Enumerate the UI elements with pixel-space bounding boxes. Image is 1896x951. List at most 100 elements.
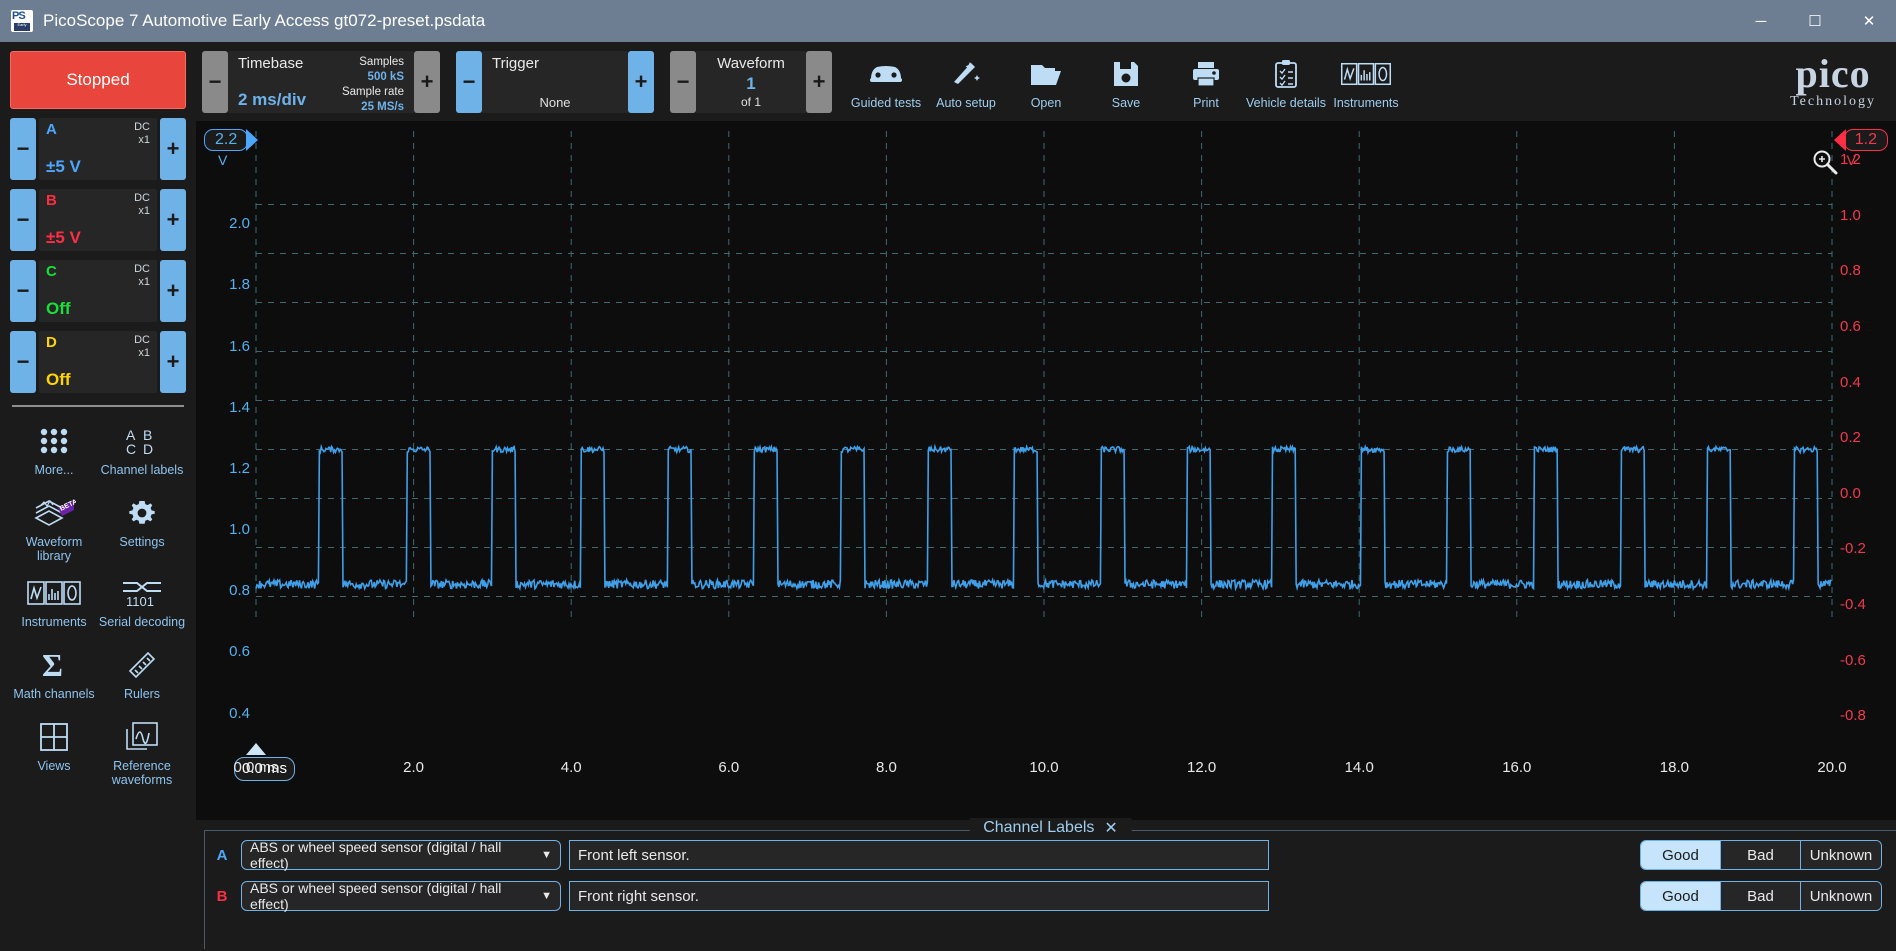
channel-a-box[interactable]: A DCx1 ±5 V (39, 118, 157, 180)
channel-d-coupling: DCx1 (134, 334, 150, 360)
y-axis-right-tick: 1.2 (1840, 151, 1861, 168)
sidebar-item-channel-labels-label: Channel labels (101, 463, 184, 477)
sidebar-item-reference-waveforms-label: Reference waveforms (98, 759, 186, 787)
channel-a-quality-unknown[interactable]: Unknown (1801, 841, 1881, 869)
channel-a-plus-button[interactable]: + (160, 118, 186, 180)
timebase-control[interactable]: − Timebase 2 ms/div Samples 500 kS Sampl… (202, 51, 440, 113)
channel-d-minus-button[interactable]: − (10, 331, 36, 393)
channel-row-d[interactable]: − D DCx1 Off + (10, 331, 186, 393)
channel-b-quality-good[interactable]: Good (1641, 882, 1721, 910)
sidebar-item-serial-decoding[interactable]: 1101 Serial decoding (98, 569, 186, 635)
y-axis-right-tick: 0.4 (1840, 374, 1861, 391)
samples-value: 500 kS (342, 70, 404, 85)
channel-a-minus-button[interactable]: − (10, 118, 36, 180)
x-axis-tick: 4.0 (561, 759, 582, 776)
open-button[interactable]: Open (1006, 54, 1086, 110)
channel-b-quality-segmented[interactable]: Good Bad Unknown (1640, 881, 1882, 911)
sidebar-item-instruments[interactable]: Instruments (10, 569, 98, 635)
maximize-button[interactable]: ☐ (1788, 0, 1842, 42)
channel-a-range-marker-value: 2.2 (215, 131, 237, 148)
waveform-plus-button[interactable]: + (806, 51, 832, 113)
channel-a-quality-segmented[interactable]: Good Bad Unknown (1640, 840, 1882, 870)
left-sidebar: Stopped − A DCx1 ±5 V + − B DCx1 ±5 V + (0, 42, 196, 951)
sidebar-item-settings[interactable]: Settings (98, 489, 186, 563)
channel-b-range-marker[interactable]: 1.2 (1844, 129, 1888, 151)
channel-b-quality-bad[interactable]: Bad (1721, 882, 1801, 910)
channel-row-a[interactable]: − A DCx1 ±5 V + (10, 118, 186, 180)
y-axis-left-tick: 0.4 (229, 705, 250, 722)
y-axis-right-tick: -0.6 (1840, 652, 1866, 669)
timebase-samples: Samples 500 kS Sample rate 25 MS/s (342, 55, 404, 115)
ruler-icon (126, 647, 158, 683)
sidebar-item-math-channels[interactable]: Σ Math channels (10, 641, 98, 707)
waveform-title: Waveform (706, 55, 796, 72)
channel-b-sensor-select[interactable]: ABS or wheel speed sensor (digital / hal… (241, 881, 561, 911)
timebase-plus-button[interactable]: + (414, 51, 440, 113)
channel-row-b[interactable]: − B DCx1 ±5 V + (10, 189, 186, 251)
chevron-down-icon: ▼ (541, 890, 552, 902)
channel-b-coupling: DCx1 (134, 192, 150, 218)
auto-setup-button[interactable]: Auto setup (926, 54, 1006, 110)
channel-b-quality-unknown[interactable]: Unknown (1801, 882, 1881, 910)
channel-c-coupling: DCx1 (134, 263, 150, 289)
trigger-title: Trigger (492, 55, 618, 72)
channel-a-quality-good[interactable]: Good (1641, 841, 1721, 869)
waveform-control[interactable]: − Waveform 1 of 1 + (670, 51, 832, 113)
waveform-canvas[interactable] (196, 121, 1896, 681)
instruments-button[interactable]: Instruments (1326, 54, 1406, 110)
channel-a-quality-bad[interactable]: Bad (1721, 841, 1801, 869)
channel-a-note-value: Front left sensor. (578, 847, 690, 864)
channel-b-note-input[interactable]: Front right sensor. (569, 881, 1269, 911)
sidebar-item-views[interactable]: Views (10, 713, 98, 787)
trigger-display[interactable]: Trigger None (482, 51, 628, 113)
run-stop-button[interactable]: Stopped (10, 51, 186, 109)
channel-b-plus-button[interactable]: + (160, 189, 186, 251)
y-axis-right-tick: 0.6 (1840, 318, 1861, 335)
save-button[interactable]: Save (1086, 54, 1166, 110)
channel-a-range: ±5 V (46, 157, 81, 177)
trigger-minus-button[interactable]: − (456, 51, 482, 113)
channel-d-box[interactable]: D DCx1 Off (39, 331, 157, 393)
print-label: Print (1193, 96, 1219, 110)
channel-a-note-input[interactable]: Front left sensor. (569, 840, 1269, 870)
channel-d-plus-button[interactable]: + (160, 331, 186, 393)
zoom-in-icon[interactable] (1812, 149, 1838, 180)
pico-brand: pico (1790, 54, 1876, 94)
sidebar-item-reference-waveforms[interactable]: Reference waveforms (98, 713, 186, 787)
open-label: Open (1031, 96, 1062, 110)
print-button[interactable]: Print (1166, 54, 1246, 110)
channel-c-box[interactable]: C DCx1 Off (39, 260, 157, 322)
waveform-minus-button[interactable]: − (670, 51, 696, 113)
channel-row-c[interactable]: − C DCx1 Off + (10, 260, 186, 322)
channel-b-minus-button[interactable]: − (10, 189, 36, 251)
channel-a-range-marker[interactable]: 2.2 (204, 129, 248, 151)
channel-c-minus-button[interactable]: − (10, 260, 36, 322)
vehicle-details-button[interactable]: Vehicle details (1246, 54, 1326, 110)
minimize-button[interactable]: ─ (1734, 0, 1788, 42)
guided-tests-button[interactable]: Guided tests (846, 54, 926, 110)
channel-b-sensor-value: ABS or wheel speed sensor (digital / hal… (250, 880, 541, 912)
channel-b-note-value: Front right sensor. (578, 888, 699, 905)
sidebar-item-waveform-library[interactable]: BETA Waveform library (10, 489, 98, 563)
channel-a-sensor-select[interactable]: ABS or wheel speed sensor (digital / hal… (241, 840, 561, 870)
sidebar-item-instruments-label: Instruments (21, 615, 86, 629)
chevron-down-icon: ▼ (541, 849, 552, 861)
waveform-display[interactable]: Waveform 1 of 1 (696, 51, 806, 113)
sidebar-item-serial-decoding-label: Serial decoding (99, 615, 185, 629)
channel-labels-tab[interactable]: Channel Labels ✕ (969, 818, 1132, 838)
scope-view[interactable]: 2.2 V 1.2 V 0.0 ms 2.01.81.61.41.21.00.8… (196, 121, 1896, 820)
trigger-control[interactable]: − Trigger None + (456, 51, 654, 113)
channel-c-plus-button[interactable]: + (160, 260, 186, 322)
magic-wand-icon (950, 54, 982, 94)
sidebar-item-more[interactable]: More... (10, 417, 98, 483)
auto-setup-label: Auto setup (936, 96, 996, 110)
timebase-minus-button[interactable]: − (202, 51, 228, 113)
timebase-display[interactable]: Timebase 2 ms/div Samples 500 kS Sample … (228, 51, 414, 113)
sidebar-item-channel-labels[interactable]: A B C D Channel labels (98, 417, 186, 483)
samples-label: Samples (342, 55, 404, 70)
channel-b-box[interactable]: B DCx1 ±5 V (39, 189, 157, 251)
sidebar-item-rulers[interactable]: Rulers (98, 641, 186, 707)
close-button[interactable]: ✕ (1842, 0, 1896, 42)
close-icon[interactable]: ✕ (1104, 818, 1117, 838)
trigger-plus-button[interactable]: + (628, 51, 654, 113)
